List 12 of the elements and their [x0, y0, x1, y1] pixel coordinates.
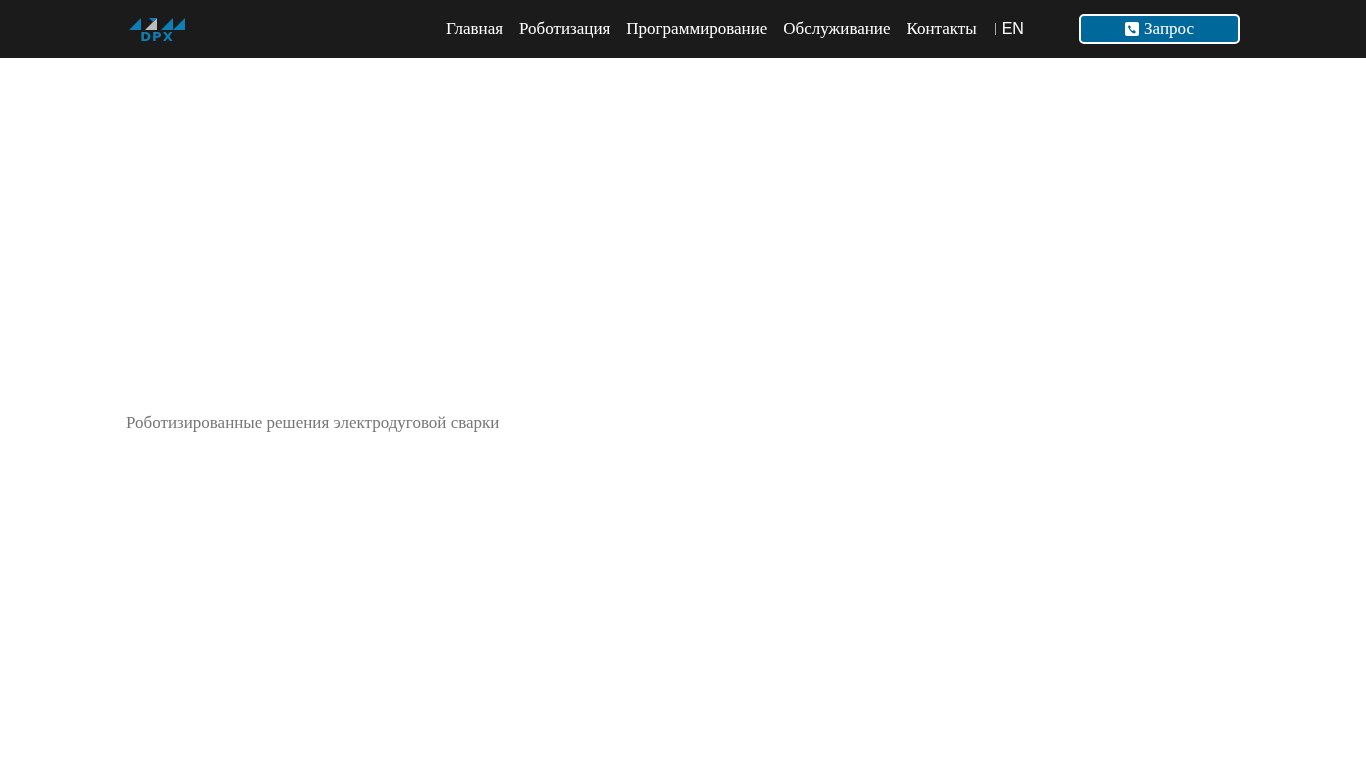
triangle-icon	[127, 15, 187, 30]
nav-link[interactable]: Программирование	[618, 16, 776, 42]
nav-link[interactable]: Контакты	[898, 16, 985, 42]
caption: Роботизированные решения электродуговой сварки	[126, 412, 501, 434]
language-link[interactable]: EN	[994, 23, 1024, 35]
logo[interactable]: DPX	[126, 15, 188, 43]
nav-link[interactable]: Роботизация	[511, 16, 619, 42]
request-button[interactable]: Запрос	[1079, 14, 1240, 44]
nav-link[interactable]: Главная	[438, 16, 512, 42]
logo-text: DPX	[140, 29, 174, 43]
nav-link[interactable]: Обслуживание	[775, 16, 899, 42]
phone-icon	[1125, 22, 1140, 36]
